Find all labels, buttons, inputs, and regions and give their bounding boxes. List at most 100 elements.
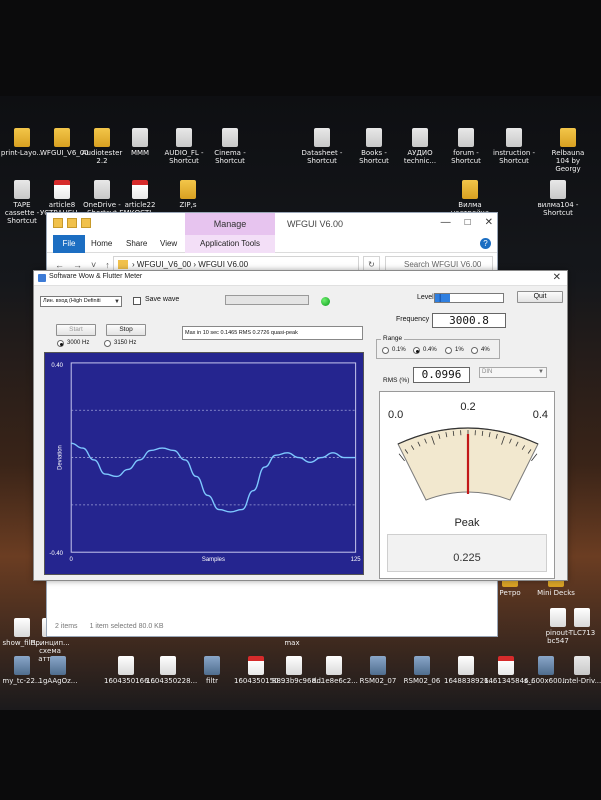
desktop-icon[interactable]: Datasheet - Shortcut (300, 128, 344, 165)
tab-home[interactable]: Home (91, 239, 112, 248)
desktop-icon[interactable]: Books - Shortcut (352, 128, 396, 165)
help-icon[interactable]: ? (480, 238, 491, 249)
app-icon (38, 274, 46, 282)
maximize-icon[interactable]: □ (465, 217, 471, 228)
save-wave-checkbox[interactable] (133, 297, 141, 305)
desktop-icon[interactable]: АУДИО technic... (398, 128, 442, 165)
meter-titlebar[interactable]: Software Wow & Flutter Meter ✕ (34, 271, 567, 286)
forward-arrow-icon[interactable]: → (73, 260, 82, 270)
exe-icon (506, 128, 522, 147)
desktop-icon[interactable]: 1604350228... (146, 656, 197, 685)
stop-button[interactable]: Stop (106, 324, 146, 336)
new-folder-icon[interactable] (81, 218, 91, 228)
tab-file[interactable]: File (53, 235, 85, 253)
tab-view[interactable]: View (160, 239, 177, 248)
plot-frame (70, 362, 357, 553)
freq-3000-radio[interactable] (57, 340, 64, 347)
back-arrow-icon[interactable]: ← (55, 260, 64, 270)
desktop-icon[interactable]: вилма104 - Shortcut (536, 180, 580, 217)
desktop-icon[interactable]: forum - Shortcut (444, 128, 488, 165)
range-0-4-radio[interactable] (413, 347, 420, 354)
folder-icon (54, 128, 70, 147)
desktop-icon[interactable]: TAPE cassette - Shortcut (0, 180, 44, 225)
gauge-scale-min: 0.0 (388, 409, 403, 421)
tab-application-tools[interactable]: Application Tools (185, 235, 275, 253)
desktop-icon[interactable]: instruction - Shortcut (492, 128, 536, 165)
desktop-icon[interactable]: Relbauna 104 by Georgy (546, 128, 590, 173)
quick-access-toolbar[interactable] (53, 218, 91, 228)
range-1-radio[interactable] (445, 347, 452, 354)
desktop-icon-label: MMM (130, 149, 150, 157)
breadcrumb-current[interactable]: WFGUI V6.00 (198, 260, 248, 269)
desktop-icon[interactable]: MMM (118, 128, 162, 157)
frequency-readout: 3000.8 (432, 313, 506, 328)
weighting-select[interactable]: DIN ▼ (479, 367, 547, 378)
desktop-icon[interactable]: Intel-Driv... (560, 656, 601, 685)
tab-share[interactable]: Share (126, 239, 147, 248)
level-label: Level (417, 294, 434, 301)
peak-readout: 0.225 (453, 552, 481, 564)
desktop-icon[interactable]: 8893b9c968... (272, 656, 323, 685)
range-0-4-label: 0.4% (423, 347, 437, 353)
desktop-icon[interactable]: 1604350166... (104, 656, 155, 685)
quit-button[interactable]: Quit (517, 291, 563, 303)
gauge-scale-mid: 0.2 (460, 401, 475, 413)
desktop-icon-label: Audiotester 2.2 (81, 149, 123, 165)
folder-icon (14, 128, 30, 147)
close-icon[interactable]: ✕ (553, 272, 561, 283)
exe-icon (222, 128, 238, 147)
analog-gauge: 0.0 0.2 0.4 Peak 0.225 (379, 391, 555, 579)
desktop-icon[interactable]: WFGUI_V6_00 (40, 128, 89, 157)
freq-3150-radio[interactable] (104, 340, 111, 347)
level-meter (434, 293, 504, 303)
chevron-down-icon[interactable]: ▼ (538, 368, 544, 377)
desktop-icon[interactable]: RSM02_07 (356, 656, 400, 685)
chevron-down-icon[interactable]: ▼ (114, 298, 120, 306)
folder-icon (560, 128, 576, 147)
exe-icon (14, 180, 30, 199)
recent-chevron-icon[interactable]: ˅ (91, 260, 96, 270)
window-controls[interactable]: — □ ✕ (441, 217, 493, 228)
close-icon[interactable]: ✕ (485, 217, 493, 228)
desktop-icon[interactable]: 1461345846... (484, 656, 535, 685)
desktop-icon[interactable]: Cinema - Shortcut (208, 128, 252, 165)
save-icon[interactable] (67, 218, 77, 228)
desktop-icon-label: TLC713 (568, 629, 596, 637)
desktop-icon[interactable]: print-Layo... (0, 128, 44, 157)
pdf-icon (132, 180, 148, 199)
img-icon (370, 656, 386, 675)
navigation-buttons[interactable]: ← → ˅ ↑ (55, 260, 110, 270)
pdf-icon (248, 656, 264, 675)
desktop-icon[interactable]: AUDIO_FL - Shortcut (162, 128, 206, 165)
desktop-icon[interactable]: 1gAAgOz... (36, 656, 80, 685)
img-icon (414, 656, 430, 675)
desktop-icon[interactable]: dd1e8e6c2... (312, 656, 358, 685)
exe-icon (574, 656, 590, 675)
desktop-icon[interactable]: TLC713 (560, 608, 601, 637)
manage-context-tab[interactable]: Manage (185, 213, 275, 235)
desktop-icon[interactable]: filtr (190, 656, 234, 685)
folder-icon (94, 128, 110, 147)
desktop-icon-label: Mini Decks (537, 589, 575, 597)
desktop-icon-label: print-Layo... (0, 149, 44, 157)
minimize-icon[interactable]: — (441, 217, 451, 228)
range-4-radio[interactable] (471, 347, 478, 354)
range-0-1-radio[interactable] (382, 347, 389, 354)
search-placeholder: Search WFGUI V6.00 (404, 260, 482, 269)
breadcrumb-parent[interactable]: WFGUI_V6_00 (137, 260, 191, 269)
up-arrow-icon[interactable]: ↑ (105, 260, 110, 270)
desktop-icon[interactable]: 1648838926... (444, 656, 495, 685)
doc-icon (286, 656, 302, 675)
desktop-icon[interactable]: ZIP,s (166, 180, 210, 209)
folder-icon (53, 218, 63, 228)
input-device-select[interactable]: Лин. вход (High Definiti ▼ (40, 296, 122, 307)
start-button[interactable]: Start (56, 324, 96, 336)
doc-icon (118, 656, 134, 675)
gauge-dial: 0.0 0.2 0.4 (388, 401, 548, 501)
explorer-titlebar[interactable]: Manage WFGUI V6.00 — □ ✕ (47, 213, 497, 235)
ribbon-tabs: File Home Share View Application Tools ? (47, 235, 497, 253)
desktop-icon[interactable]: RSM02_06 (400, 656, 444, 685)
wow-flutter-window[interactable]: Software Wow & Flutter Meter ✕ Лин. вход… (33, 270, 568, 581)
desktop-icon-label: Datasheet - Shortcut (301, 149, 343, 165)
desktop-icon-label: вилма104 - Shortcut (537, 201, 579, 217)
